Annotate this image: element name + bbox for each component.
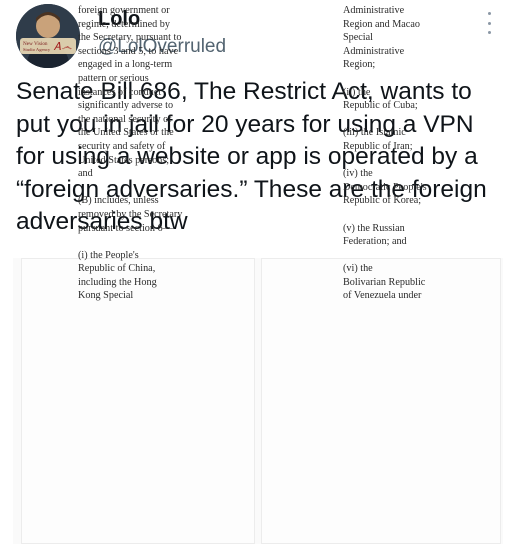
document-line: security and safety of: [78, 140, 166, 152]
document-line: (ii) the: [343, 86, 371, 98]
document-line: and: [78, 168, 93, 180]
document-line: Republic of China,: [78, 263, 156, 275]
document-left-column: foreign government or regime, determined …: [78, 4, 218, 303]
document-line: pursuant to section 6—: [78, 222, 173, 234]
svg-text:Ꭺ෴: Ꭺ෴: [53, 41, 72, 53]
avatar-image: New Vision Studio Agency Ꭺ෴: [16, 4, 80, 68]
document-line: (B) includes, unless: [78, 195, 159, 207]
document-line: Kong Special: [78, 290, 134, 302]
document-line: Democratic People's: [343, 181, 427, 193]
document-line: Republic of Korea;: [343, 195, 422, 207]
svg-text:Studio Agency: Studio Agency: [23, 47, 51, 52]
document-line: the national security of: [78, 113, 172, 125]
document-line: Region;: [343, 59, 376, 71]
document-line: the United States or the: [78, 127, 174, 139]
document-line: [343, 72, 453, 86]
document-right-column: Administrative Region and Macao Special Adm…: [343, 4, 453, 303]
document-line: Federation; and: [343, 236, 407, 248]
document-line: Bolivarian Republic: [343, 276, 426, 288]
document-line: including the Hong: [78, 276, 157, 288]
document-line: (iv) the: [343, 168, 373, 180]
more-vertical-icon[interactable]: [486, 12, 492, 34]
document-line: sections 3 and 5, to have: [78, 45, 179, 57]
document-line: regime, determined by: [78, 18, 170, 30]
document-line: [78, 235, 218, 249]
document-line: Administrative: [343, 45, 405, 57]
avatar[interactable]: New Vision Studio Agency Ꭺ෴: [16, 4, 80, 68]
document-line: United States persons;: [78, 154, 170, 166]
document-line: (iii) the Islamic: [343, 127, 406, 139]
document-line: removed by the Secretary: [78, 208, 183, 220]
document-line: instances of conduct: [78, 86, 162, 98]
document-line: Republic of Cuba;: [343, 100, 418, 112]
document-line: of Venezuela under: [343, 290, 422, 302]
document-line: Administrative: [343, 5, 405, 16]
document-line: [343, 208, 453, 222]
document-line: (i) the People's: [78, 249, 139, 261]
document-line: (vi) the: [343, 263, 373, 275]
document-line: [78, 181, 218, 195]
document-line: the Secretary, pursuant to: [78, 32, 182, 44]
document-line: [343, 249, 453, 263]
document-line: foreign government or: [78, 5, 170, 16]
document-line: [343, 154, 453, 168]
document-line: Special: [343, 32, 373, 44]
document-line: Republic of Iran;: [343, 140, 413, 152]
document-line: Region and Macao: [343, 18, 420, 30]
document-line: significantly adverse to: [78, 100, 174, 112]
document-line: (v) the Russian: [343, 222, 405, 234]
document-line: [343, 113, 453, 127]
document-line: engaged in a long-term: [78, 59, 173, 71]
document-line: pattern or serious: [78, 72, 149, 84]
